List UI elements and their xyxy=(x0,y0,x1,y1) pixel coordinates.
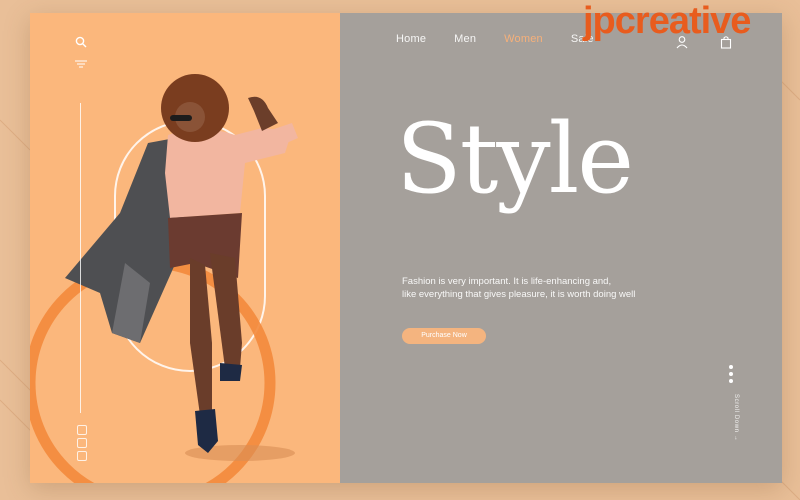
nav-men[interactable]: Men xyxy=(454,33,476,49)
hero-tagline: Fashion is very important. It is life-en… xyxy=(402,275,702,301)
tagline-line-2: like everything that gives pleasure, it … xyxy=(402,289,636,300)
left-panel xyxy=(30,13,340,483)
nav-home[interactable]: Home xyxy=(396,33,426,49)
hero-title: Style xyxy=(396,103,634,215)
social-icon-1[interactable] xyxy=(77,425,87,435)
social-icons xyxy=(76,425,88,464)
slide-dot-3[interactable] xyxy=(729,379,733,383)
brand-watermark: jpcreative xyxy=(583,0,751,42)
landing-card: Home Men Women Sale Style Fashion is ver… xyxy=(30,13,782,483)
tagline-line-1: Fashion is very important. It is life-en… xyxy=(402,276,612,287)
social-icon-2[interactable] xyxy=(77,438,87,448)
slide-dot-1[interactable] xyxy=(729,365,733,369)
purchase-button[interactable]: Purchase Now xyxy=(402,328,486,344)
nav-women[interactable]: Women xyxy=(504,33,543,49)
social-icon-3[interactable] xyxy=(77,451,87,461)
rail-divider xyxy=(80,103,81,413)
side-rail xyxy=(72,33,90,473)
search-icon[interactable] xyxy=(72,33,90,51)
slide-dot-2[interactable] xyxy=(729,372,733,376)
filter-icon[interactable] xyxy=(72,55,90,73)
slide-dots xyxy=(729,365,735,386)
scroll-down-label[interactable]: Scroll Down → xyxy=(727,394,739,464)
